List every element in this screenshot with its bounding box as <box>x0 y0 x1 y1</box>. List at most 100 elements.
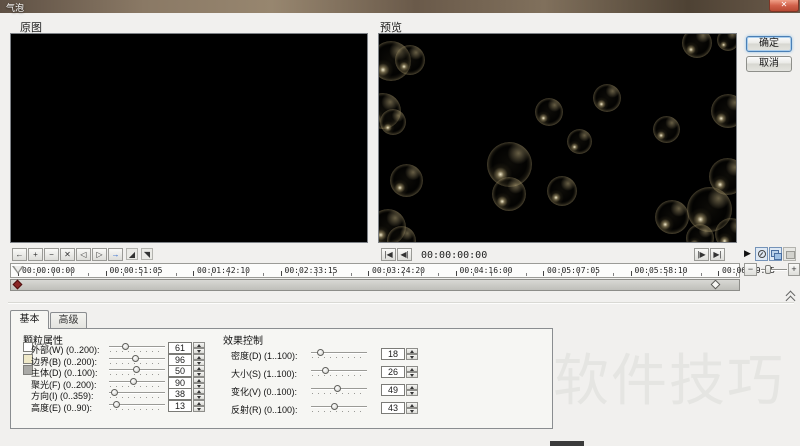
original-panel <box>10 33 368 243</box>
variation-slider[interactable] <box>311 384 367 395</box>
bubble <box>380 109 406 135</box>
ruler-minor-tick <box>315 273 317 276</box>
add-keyframe-button[interactable]: + <box>28 248 43 261</box>
slider-ticks <box>110 397 164 398</box>
ruler-minor-tick <box>333 273 334 276</box>
title-bar[interactable]: 气泡 ✕ <box>0 0 800 13</box>
density-value-field[interactable]: 18 <box>381 348 405 360</box>
ruler-time-label: 00:05:07:05 <box>547 266 600 275</box>
slider-thumb[interactable] <box>331 403 339 410</box>
reflection-label: 反射(R) (0..100): <box>231 405 298 415</box>
timeline-zoom-thumb[interactable] <box>765 265 771 274</box>
density-slider[interactable] <box>311 348 367 359</box>
prev-frame-button[interactable]: ◀| <box>397 248 412 261</box>
size-label: 大小(S) (1..100): <box>231 369 298 379</box>
ruler-major-tick <box>543 271 544 276</box>
prev-keyframe-button[interactable]: ← <box>12 248 27 261</box>
ruler-minor-tick <box>473 273 474 276</box>
ruler-minor-tick <box>665 273 667 276</box>
slider-thumb[interactable] <box>334 385 342 392</box>
preview-window-icon[interactable] <box>769 247 782 261</box>
timeline-ruler[interactable]: 00:00:00:00 00:00:51:05 00:01:42:10 00:02:3… <box>10 263 775 278</box>
effect-param-row: 反射(R) (0..100): 43 <box>11 402 552 415</box>
spin-down-button[interactable] <box>406 354 418 360</box>
size-spinner <box>406 366 418 378</box>
size-value-field[interactable]: 26 <box>381 366 405 378</box>
ruler-time-label: 00:03:24:20 <box>372 266 425 275</box>
keyframe-toolbar: ← + − ✕ ◁ ▷ → ◢ ◥ <box>12 248 154 261</box>
tab-advanced[interactable]: 高级 <box>50 312 87 329</box>
bubble <box>535 98 563 126</box>
end-keyframe-icon[interactable] <box>710 279 721 290</box>
move-keyframe-right-button[interactable]: ▷ <box>92 248 107 261</box>
play-button[interactable]: ▶ <box>741 247 754 261</box>
ruler-major-tick <box>368 271 369 276</box>
ruler-minor-tick <box>578 273 579 276</box>
bubble <box>652 115 680 143</box>
basic-tab-page: 颗粒属性 效果控制 外部(W) (0..200): 61 边界(B) (0..200… <box>10 328 553 429</box>
slider-ticks <box>110 362 164 364</box>
slider-ticks <box>312 375 366 376</box>
cancel-button[interactable]: 取消 <box>746 56 792 72</box>
spin-down-button[interactable] <box>406 408 418 414</box>
ok-button[interactable]: 确定 <box>746 36 792 52</box>
close-icon[interactable]: ✕ <box>769 0 799 12</box>
playback-speed-icon[interactable] <box>755 247 768 261</box>
move-keyframe-left-button[interactable]: ◁ <box>76 248 91 261</box>
ruler-major-tick <box>280 271 282 276</box>
ruler-minor-tick <box>228 273 229 276</box>
ruler-minor-tick <box>123 273 124 276</box>
ruler-time-label: 00:04:16:00 <box>459 266 513 275</box>
size-slider[interactable] <box>311 366 367 377</box>
spin-down-button[interactable] <box>406 390 418 396</box>
separator-line <box>8 302 794 304</box>
density-label: 密度(D) (1..100): <box>231 351 298 361</box>
reflection-slider[interactable] <box>311 402 367 413</box>
bubble <box>593 84 621 112</box>
ruler-minor-tick <box>88 273 89 276</box>
bubble <box>566 128 592 154</box>
slider-track[interactable] <box>311 406 367 408</box>
tab-basic[interactable]: 基本 <box>10 310 49 329</box>
next-keyframe-button[interactable]: → <box>108 248 123 261</box>
ruler-minor-tick <box>508 273 509 276</box>
ruler-time-label: 00:00:51:05 <box>109 266 163 275</box>
background-window-edge <box>550 441 584 446</box>
transport-right: |▶ ▶| <box>694 248 726 261</box>
timeline-zoom-in-button[interactable]: + <box>788 263 800 276</box>
slider-track[interactable] <box>311 370 367 372</box>
timeline-zoom-out-button[interactable]: − <box>744 263 757 276</box>
bubble <box>395 45 425 75</box>
ruler-minor-tick <box>560 273 562 276</box>
ruler-major-tick <box>718 271 719 276</box>
fade-out-button[interactable]: ◥ <box>141 248 153 260</box>
spin-down-button[interactable] <box>406 372 418 378</box>
ruler-minor-tick <box>420 273 422 276</box>
bubble <box>492 177 526 211</box>
ruler-minor-tick <box>683 273 684 276</box>
ruler-minor-tick <box>648 273 649 276</box>
ruler-minor-tick <box>350 273 352 276</box>
bubble <box>389 163 423 197</box>
slider-thumb[interactable] <box>321 367 329 374</box>
start-keyframe-icon[interactable] <box>12 279 23 290</box>
slider-thumb[interactable] <box>317 349 325 356</box>
go-end-button[interactable]: ▶| <box>710 248 725 261</box>
ruler-minor-tick <box>35 273 37 276</box>
go-start-button[interactable]: |◀ <box>381 248 396 261</box>
device-monitor-icon[interactable] <box>783 247 796 261</box>
ruler-major-tick <box>630 271 632 276</box>
playhead-marker[interactable] <box>12 266 24 274</box>
keyframe-track[interactable] <box>10 279 740 291</box>
bubble-filter-dialog: 气泡 ✕ 原图 预览 确定 取消 ← + − ✕ ◁ ▷ → ◢ ◥ |◀ ◀| 00:00:00… <box>0 0 800 446</box>
next-frame-button[interactable]: |▶ <box>694 248 709 261</box>
variation-value-field[interactable]: 49 <box>381 384 405 396</box>
watermark-text: 软件技巧 <box>553 349 785 412</box>
remove-keyframe-button[interactable]: − <box>44 248 59 261</box>
reflection-value-field[interactable]: 43 <box>381 402 405 414</box>
effect-param-row: 密度(D) (1..100): 18 <box>11 348 552 361</box>
variation-label: 变化(V) (0..100): <box>231 387 298 397</box>
ruler-minor-tick <box>525 273 527 276</box>
reverse-keyframes-button[interactable]: ✕ <box>60 248 75 261</box>
fade-in-button[interactable]: ◢ <box>126 248 138 260</box>
